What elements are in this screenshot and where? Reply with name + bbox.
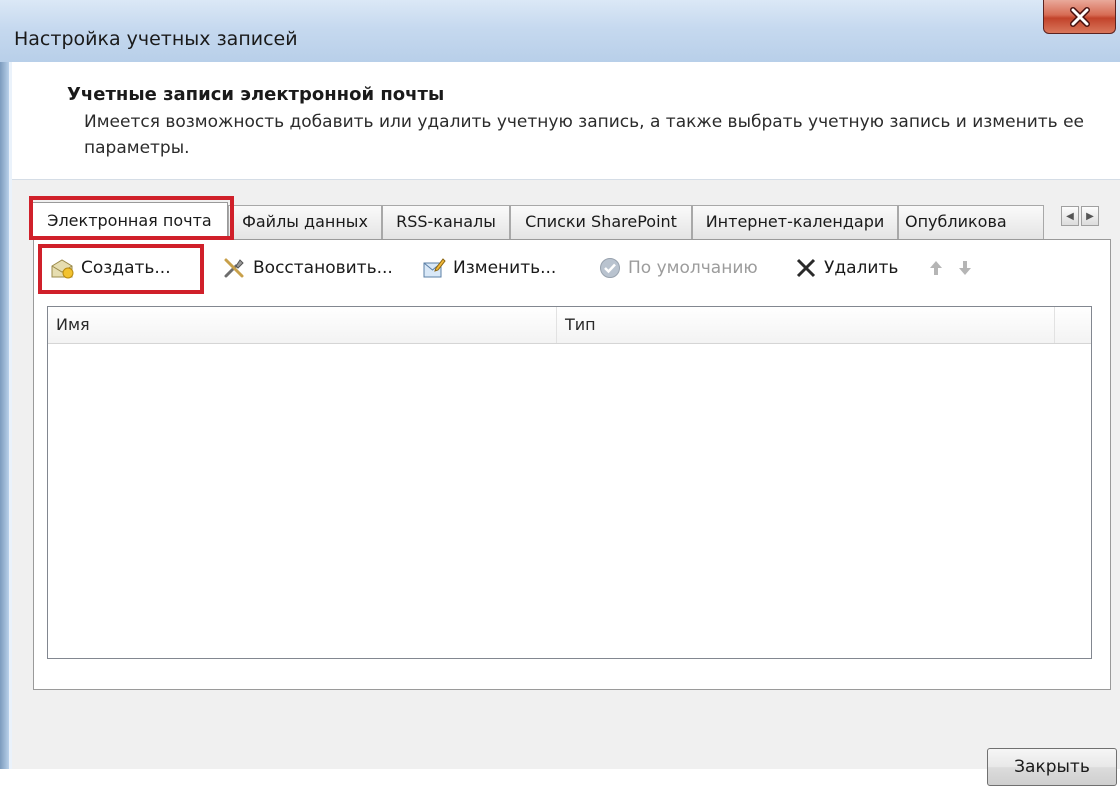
arrow-down-icon <box>959 261 971 275</box>
tab-rss-feeds[interactable]: RSS-каналы <box>382 205 510 239</box>
arrow-up-icon <box>930 261 942 275</box>
tab-sharepoint-lists[interactable]: Списки SharePoint <box>510 205 692 239</box>
window-frame <box>0 0 9 769</box>
change-label: Изменить... <box>453 258 557 278</box>
arrow-right-icon: ▶ <box>1086 210 1094 222</box>
move-up-button[interactable] <box>928 248 944 288</box>
arrow-left-icon: ◀ <box>1066 210 1074 222</box>
section-title: Учетные записи электронной почты <box>67 84 445 105</box>
dialog-client-area: Учетные записи электронной почты Имеется… <box>12 62 1120 786</box>
delete-x-icon <box>796 258 816 278</box>
tab-data-files[interactable]: Файлы данных <box>228 205 382 239</box>
change-account-icon <box>423 258 446 278</box>
header-panel: Учетные записи электронной почты Имеется… <box>12 62 1120 180</box>
delete-button[interactable]: Удалить <box>795 248 898 288</box>
create-button[interactable]: Создать... <box>50 248 171 288</box>
column-header-name[interactable]: Имя <box>48 307 557 343</box>
email-tab-panel: Создать... Восстановить... Изменить... П… <box>33 239 1111 690</box>
titlebar[interactable]: Настройка учетных записей <box>0 0 1120 62</box>
tab-internet-calendars[interactable]: Интернет-календари <box>692 205 898 239</box>
set-default-label: По умолчанию <box>628 258 758 278</box>
check-circle-icon <box>600 258 620 278</box>
window-close-button[interactable] <box>1043 0 1116 34</box>
repair-label: Восстановить... <box>253 258 393 278</box>
section-description: Имеется возможность добавить или удалить… <box>84 112 1084 158</box>
new-account-icon <box>51 259 74 279</box>
change-button[interactable]: Изменить... <box>422 248 556 288</box>
accounts-toolbar: Создать... Восстановить... Изменить... П… <box>40 248 1100 288</box>
move-down-button[interactable] <box>957 248 973 288</box>
account-settings-window: Настройка учетных записей Учетные записи… <box>0 0 1120 786</box>
column-header-type[interactable]: Тип <box>557 307 1055 343</box>
window-title: Настройка учетных записей <box>14 28 298 50</box>
set-default-button[interactable]: По умолчанию <box>599 248 758 288</box>
delete-label: Удалить <box>824 258 899 278</box>
tab-strip: Электронная почта Файлы данных RSS-канал… <box>31 202 1116 240</box>
repair-button[interactable]: Восстановить... <box>222 248 393 288</box>
accounts-list[interactable]: Имя Тип <box>47 306 1092 659</box>
tab-scroll-right-button[interactable]: ▶ <box>1081 206 1099 226</box>
tab-scroll-left-button[interactable]: ◀ <box>1061 206 1079 226</box>
close-dialog-button[interactable]: Закрыть <box>987 748 1117 786</box>
tab-published-calendars[interactable]: Опубликова <box>898 205 1044 239</box>
close-icon <box>1069 6 1090 27</box>
repair-tools-icon <box>224 258 244 278</box>
create-label: Создать... <box>81 258 171 278</box>
list-header: Имя Тип <box>48 307 1091 344</box>
tab-email[interactable]: Электронная почта <box>31 202 228 240</box>
